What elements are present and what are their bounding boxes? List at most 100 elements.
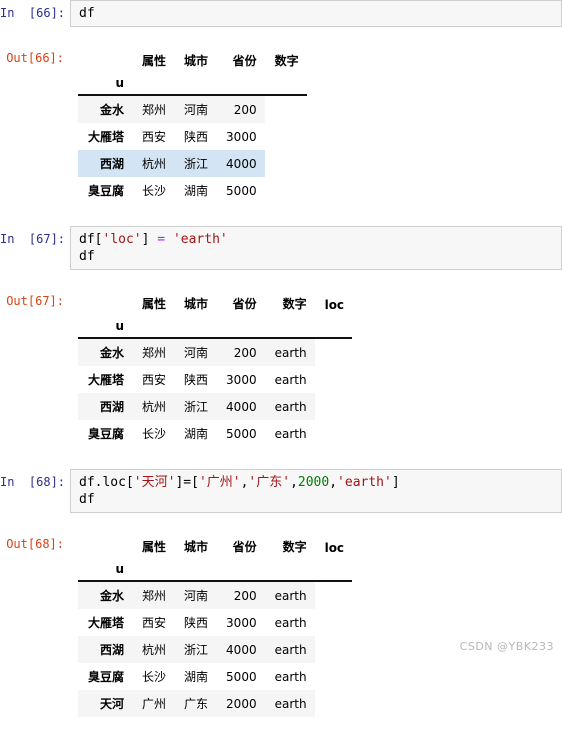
table-cell: 长沙 bbox=[132, 177, 175, 204]
table-cell: earth bbox=[264, 366, 315, 393]
table-cell: 杭州 bbox=[132, 636, 175, 663]
code-token: '天河' bbox=[133, 475, 176, 490]
index-name-cell: u bbox=[78, 317, 133, 339]
table-cell: 5000 bbox=[216, 663, 265, 690]
cell-spacer bbox=[0, 717, 562, 739]
out-prompt-label: Out[67]: bbox=[6, 294, 64, 308]
table-cell: 5000 bbox=[216, 177, 265, 204]
dataframe-output: 属性 城市 省份 数字 loc u 金水 郑州 河南 200 earth 大雁塔 西安 陕西 3000 ear… bbox=[70, 531, 562, 717]
in-prompt-label: In [66]: bbox=[0, 6, 66, 20]
table-cell: 3000 bbox=[216, 123, 265, 150]
index-row-filler bbox=[264, 317, 315, 339]
code-input-editor[interactable]: df bbox=[70, 0, 562, 27]
table-row: 金水 郑州 河南 200 earth bbox=[78, 581, 352, 609]
column-header: 数字 bbox=[274, 54, 299, 68]
in-prompt-label: In [68]: bbox=[0, 475, 66, 489]
table-head: 属性 城市 省份 数字 loc u bbox=[78, 533, 353, 582]
index-row-filler bbox=[174, 560, 217, 582]
table-cell: 长沙 bbox=[132, 663, 175, 690]
table-cell: 郑州 bbox=[132, 581, 175, 609]
code-token: 'earth' bbox=[172, 232, 228, 247]
table-cell: earth bbox=[264, 609, 315, 636]
table-cell: 陕西 bbox=[174, 609, 217, 636]
jupyter-notebook: In [66]: df Out[66]: 属性 城市 省份 数字 u 金水 郑州 河南 200 大雁塔西… bbox=[0, 0, 562, 739]
row-index-cell: 西湖 bbox=[78, 150, 133, 177]
index-row-filler bbox=[264, 74, 307, 96]
table-cell: 河南 bbox=[174, 338, 217, 366]
table-row: 西湖 杭州 浙江 4000 earth bbox=[78, 393, 352, 420]
table-cell: 5000 bbox=[216, 420, 265, 447]
table-cell: 杭州 bbox=[132, 393, 175, 420]
column-header: 城市 bbox=[184, 54, 209, 68]
index-name-cell: u bbox=[78, 560, 133, 582]
cell-spacer bbox=[0, 270, 562, 288]
table-cell: 西安 bbox=[132, 366, 175, 393]
table-cell: earth bbox=[264, 690, 315, 717]
cell-spacer bbox=[0, 27, 562, 45]
index-row-filler bbox=[264, 560, 315, 582]
code-token: = bbox=[157, 232, 166, 247]
code-line: df.loc['天河']=['广州','广东',2000,'earth'] bbox=[79, 474, 561, 491]
index-row-filler bbox=[216, 560, 265, 582]
table-row: 臭豆腐 长沙 湖南 5000 earth bbox=[78, 420, 352, 447]
table-cell: 浙江 bbox=[174, 393, 217, 420]
code-token: df bbox=[79, 249, 95, 264]
table-row: 臭豆腐 长沙 湖南 5000 bbox=[78, 177, 307, 204]
table-header-row: 属性 城市 省份 数字 loc bbox=[78, 290, 352, 317]
table-cell: 200 bbox=[216, 338, 265, 366]
notebook-cell-input: In [68]: df.loc['天河']=['广州','广东',2000,'ea… bbox=[0, 469, 562, 513]
code-token: df bbox=[79, 6, 95, 21]
notebook-cell-output: Out[67]: 属性 城市 省份 数字 loc u 金水 郑州 河南 200 earth 大雁塔 西安陕… bbox=[0, 288, 562, 447]
code-token: ]=[ bbox=[175, 475, 199, 490]
table-cell: 郑州 bbox=[132, 95, 175, 123]
code-line: df bbox=[79, 5, 561, 22]
column-header: 数字 bbox=[282, 297, 307, 311]
code-input-editor[interactable]: df.loc['天河']=['广州','广东',2000,'earth'] df bbox=[70, 469, 562, 513]
code-line: df bbox=[79, 491, 561, 508]
table-cell: earth bbox=[264, 393, 315, 420]
code-line: df['loc'] = 'earth' bbox=[79, 231, 561, 248]
index-row-filler bbox=[132, 317, 175, 339]
cell-spacer bbox=[0, 513, 562, 531]
code-token: 'earth' bbox=[337, 475, 392, 490]
table-cell: 2000 bbox=[216, 690, 265, 717]
table-body: 金水 郑州 河南 200 earth 大雁塔 西安 陕西 3000 earth 西湖 杭州 浙江 4000… bbox=[78, 338, 352, 447]
table-cell: 3000 bbox=[216, 366, 265, 393]
table-cell: earth bbox=[264, 636, 315, 663]
column-header: loc bbox=[324, 298, 345, 312]
row-index-cell: 臭豆腐 bbox=[78, 420, 133, 447]
dataframe-table: 属性 城市 省份 数字 loc u 金水 郑州 河南 200 earth 大雁塔 西安 陕西 3000 ear… bbox=[78, 290, 353, 447]
index-row-filler bbox=[174, 317, 217, 339]
code-token: 'loc' bbox=[102, 232, 142, 247]
table-cell: 浙江 bbox=[174, 636, 217, 663]
column-header: 省份 bbox=[232, 540, 257, 554]
dataframe-table: 属性 城市 省份 数字 loc u 金水 郑州 河南 200 earth 大雁塔 西安 陕西 3000 ear… bbox=[78, 533, 353, 717]
table-index-name-row: u bbox=[78, 74, 307, 96]
column-header: 城市 bbox=[184, 540, 209, 554]
code-input-editor[interactable]: df['loc'] = 'earth' df bbox=[70, 226, 562, 270]
index-row-filler bbox=[314, 317, 353, 339]
index-row-filler bbox=[132, 74, 175, 96]
table-cell: 湖南 bbox=[174, 663, 217, 690]
table-row: 大雁塔 西安 陕西 3000 bbox=[78, 123, 307, 150]
code-token: '广州' bbox=[198, 475, 241, 490]
table-cell: 陕西 bbox=[174, 123, 217, 150]
table-head: 属性 城市 省份 数字 u bbox=[78, 47, 307, 96]
in-prompt-label: In [67]: bbox=[0, 232, 66, 246]
column-header: 省份 bbox=[232, 297, 257, 311]
table-cell: 河南 bbox=[174, 581, 217, 609]
table-row: 大雁塔 西安 陕西 3000 earth bbox=[78, 366, 352, 393]
column-header: 属性 bbox=[142, 540, 167, 554]
dataframe-output: 属性 城市 省份 数字 u 金水 郑州 河南 200 大雁塔 西安 陕西 3000 西湖 杭州 浙江 4000 臭… bbox=[70, 45, 562, 204]
dataframe-output: 属性 城市 省份 数字 loc u 金水 郑州 河南 200 earth 大雁塔 西安 陕西 3000 ear… bbox=[70, 288, 562, 447]
table-cell: 河南 bbox=[174, 95, 217, 123]
table-head: 属性 城市 省份 数字 loc u bbox=[78, 290, 353, 339]
index-row-filler bbox=[216, 74, 265, 96]
table-cell: 陕西 bbox=[174, 366, 217, 393]
table-cell: 4000 bbox=[216, 150, 265, 177]
index-corner-cell bbox=[78, 47, 132, 74]
table-cell: 广州 bbox=[132, 690, 175, 717]
row-index-cell: 金水 bbox=[78, 581, 133, 609]
table-cell: 浙江 bbox=[174, 150, 217, 177]
